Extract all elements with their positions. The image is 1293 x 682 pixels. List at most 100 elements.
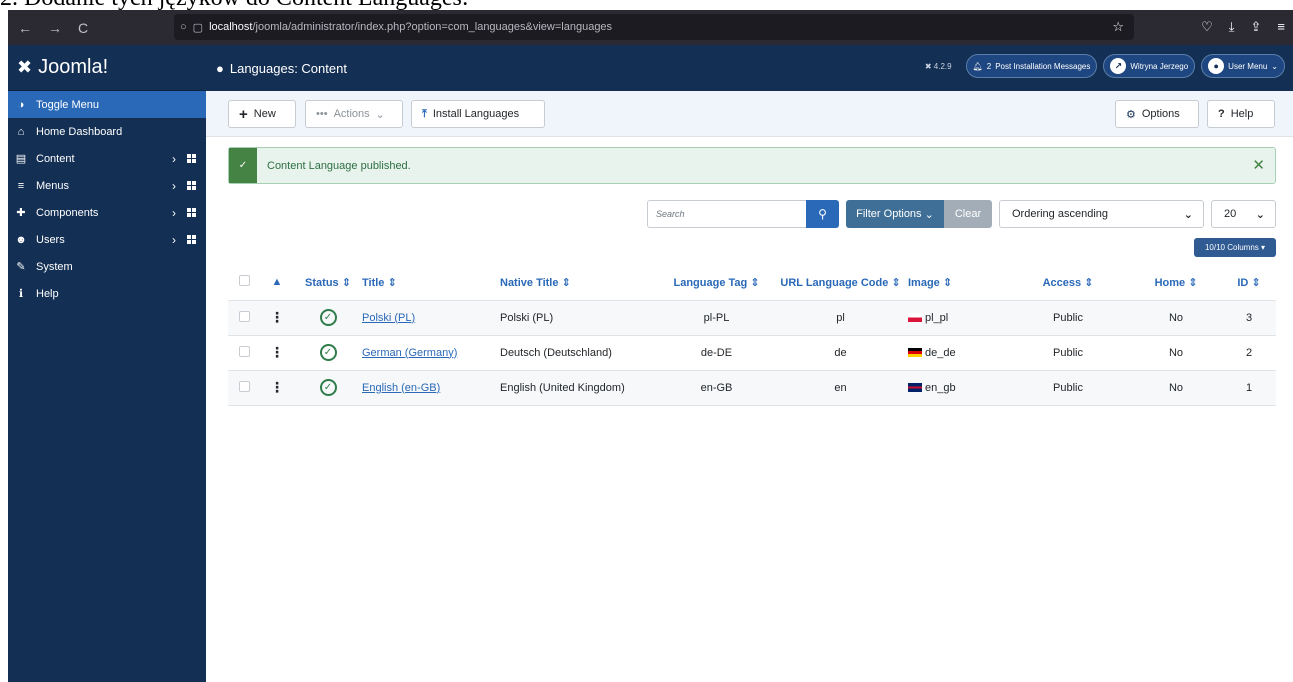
sidebar-item-label: Content — [36, 152, 75, 165]
sidebar-item-toggle-menu[interactable]: ◑ Toggle Menu — [8, 91, 206, 118]
ordering-value: Ordering ascending — [1012, 208, 1109, 220]
share-icon[interactable]: ⇪ — [1251, 19, 1262, 35]
search-button[interactable]: ⚲ — [806, 200, 839, 228]
filter-options-button[interactable]: Filter Options ⌄ — [846, 200, 944, 228]
install-languages-label: Install Languages — [432, 108, 520, 120]
page-icon: ▢ — [192, 21, 204, 34]
new-button[interactable]: + New — [228, 100, 296, 128]
dashboard-grid-icon[interactable] — [187, 208, 197, 217]
dashboard-grid-icon[interactable] — [187, 235, 197, 244]
title-link[interactable]: English (en-GB) — [362, 370, 500, 406]
sidebar-item-label: Users — [36, 233, 65, 246]
clear-button[interactable]: Clear — [944, 200, 992, 228]
ordering-select[interactable]: Ordering ascending ⌄ — [999, 200, 1204, 228]
help-button[interactable]: ? Help — [1207, 100, 1275, 128]
dashboard-grid-icon[interactable] — [187, 181, 197, 190]
pocket-icon[interactable]: ♡ — [1201, 19, 1213, 35]
drag-handle-icon[interactable]: ⋮ — [260, 335, 294, 371]
sidebar-item-users[interactable]: ☻ Users › — [8, 226, 206, 253]
chevron-down-icon: ⌄ — [1271, 61, 1278, 71]
header-actions: ✖ 4.2.9 🔔︎ 2 Post Installation Messages … — [925, 54, 1285, 78]
reload-icon[interactable]: C — [78, 20, 88, 36]
column-id[interactable]: ID ⇕ — [1222, 265, 1276, 301]
messages-count-badge: 2 — [986, 61, 992, 71]
success-alert: ✓ Content Language published. ✕ — [228, 147, 1276, 184]
sidebar-item-label: Menus — [36, 179, 70, 192]
version-label: ✖ 4.2.9 — [924, 61, 952, 71]
bookmark-star-icon[interactable]: ☆ — [1112, 19, 1124, 35]
sidebar: ✖ Joomla! ◑ Toggle Menu ⌂ Home Dashboard ▤… — [8, 45, 206, 682]
url-code: pl — [773, 300, 908, 336]
sidebar-item-help[interactable]: ℹ Help — [8, 280, 206, 307]
chevron-right-icon[interactable]: › — [172, 152, 176, 166]
back-icon[interactable]: ← — [18, 20, 32, 36]
table-header-row: ▲ Status ⇕ Title ⇕ Native Title ⇕ Langua… — [228, 265, 1276, 301]
check-circle-icon: ✓ — [229, 148, 257, 183]
gear-icon: ⚙ — [1126, 108, 1136, 121]
dashboard-grid-icon[interactable] — [187, 154, 197, 163]
chevron-right-icon[interactable]: › — [172, 233, 176, 247]
native-title: Deutsch (Deutschland) — [500, 335, 660, 371]
page-title-text: Languages: Content — [229, 60, 347, 76]
select-all-checkbox[interactable] — [228, 265, 260, 301]
address-bar[interactable]: ○ ▢ localhost/joomla/administrator/index… — [174, 14, 1134, 40]
column-status[interactable]: Status ⇕ — [294, 265, 362, 301]
status-published-icon[interactable]: ✓ — [294, 335, 362, 371]
site-link-button[interactable]: ↗ Witryna Jerzego — [1103, 54, 1196, 78]
sidebar-item-home-dashboard[interactable]: ⌂ Home Dashboard — [8, 118, 206, 145]
row-checkbox[interactable] — [228, 335, 260, 371]
plus-icon: + — [239, 105, 248, 123]
joomla-logo[interactable]: ✖ Joomla! — [8, 45, 206, 91]
sort-ordering-icon[interactable]: ▲ — [260, 265, 294, 301]
columns-button[interactable]: 10/10 Columns ▾ — [1194, 238, 1276, 257]
chevron-down-icon: ⌄ — [375, 108, 385, 121]
download-icon[interactable]: ⤓ — [1229, 19, 1235, 35]
post-installation-messages-button[interactable]: 🔔︎ 2 Post Installation Messages — [965, 54, 1098, 78]
drag-handle-icon[interactable]: ⋮ — [260, 300, 294, 336]
actions-dropdown[interactable]: ••• Actions ⌄ — [305, 100, 403, 128]
chevron-right-icon[interactable]: › — [172, 179, 176, 193]
bell-icon: 🔔︎ — [972, 61, 983, 71]
new-label: New — [253, 108, 276, 120]
column-language-tag[interactable]: Language Tag ⇕ — [660, 265, 773, 301]
row-checkbox[interactable] — [228, 370, 260, 406]
columns-label: 10/10 Columns — [1204, 243, 1259, 252]
drag-handle-icon[interactable]: ⋮ — [260, 370, 294, 406]
status-published-icon[interactable]: ✓ — [294, 300, 362, 336]
column-title[interactable]: Title ⇕ — [362, 265, 500, 301]
column-home[interactable]: Home ⇕ — [1130, 265, 1222, 301]
close-icon[interactable]: ✕ — [1252, 156, 1265, 174]
title-link[interactable]: German (Germany) — [362, 335, 500, 371]
native-title: Polski (PL) — [500, 300, 660, 336]
messages-label: Post Installation Messages — [995, 61, 1091, 71]
sidebar-item-content[interactable]: ▤ Content › — [8, 145, 206, 172]
user-menu-button[interactable]: ● User Menu ⌄ — [1201, 54, 1285, 78]
limit-select[interactable]: 20 ⌄ — [1211, 200, 1276, 228]
users-icon: ☻ — [15, 233, 27, 246]
hamburger-menu-icon[interactable]: ≡ — [1277, 19, 1285, 35]
language-tag: pl-PL — [660, 300, 773, 336]
column-image[interactable]: Image ⇕ — [908, 265, 1006, 301]
external-link-icon: ↗ — [1110, 58, 1127, 74]
page-header: ● Languages: Content ✖ 4.2.9 🔔︎ 2 Post I… — [206, 45, 1293, 91]
install-languages-button[interactable]: ⤒ Install Languages — [411, 100, 545, 128]
language-tag: en-GB — [660, 370, 773, 406]
sidebar-item-label: System — [36, 260, 73, 273]
row-checkbox[interactable] — [228, 300, 260, 336]
forward-icon[interactable]: → — [48, 20, 62, 36]
id: 1 — [1222, 370, 1276, 406]
chevron-right-icon[interactable]: › — [172, 206, 176, 220]
search-input[interactable]: Search — [647, 200, 807, 228]
title-link[interactable]: Polski (PL) — [362, 300, 500, 336]
status-published-icon[interactable]: ✓ — [294, 370, 362, 406]
file-icon: ▤ — [15, 153, 27, 165]
sidebar-item-components[interactable]: ✚ Components › — [8, 199, 206, 226]
sidebar-item-menus[interactable]: ≡ Menus › — [8, 172, 206, 199]
sidebar-item-system[interactable]: ✎ System — [8, 253, 206, 280]
column-native-title[interactable]: Native Title ⇕ — [500, 265, 660, 301]
toolbar: + New ••• Actions ⌄ ⤒ Install Languages … — [206, 91, 1293, 137]
options-button[interactable]: ⚙ Options — [1115, 100, 1199, 128]
column-access[interactable]: Access ⇕ — [1006, 265, 1130, 301]
info-icon: ℹ — [18, 288, 24, 300]
column-url-code[interactable]: URL Language Code ⇕ — [773, 265, 908, 301]
